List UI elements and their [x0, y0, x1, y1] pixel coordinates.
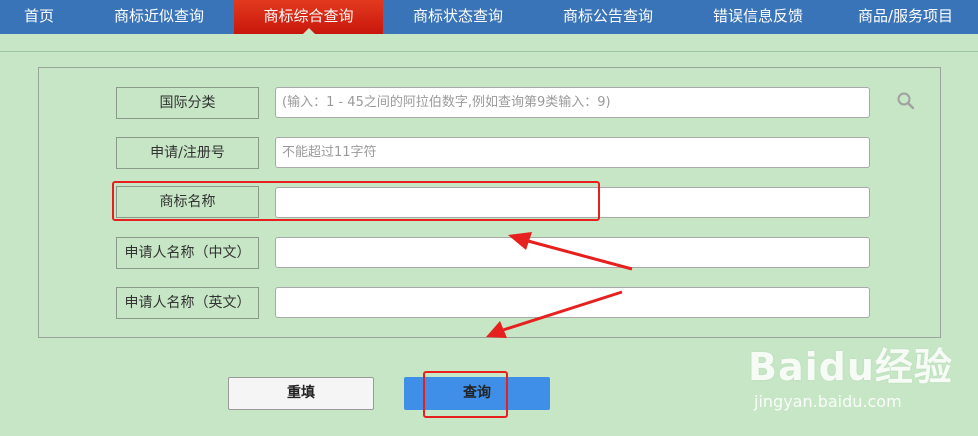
- watermark-logo: Baidu经验: [748, 345, 953, 389]
- intl-class-input[interactable]: [275, 87, 870, 118]
- nav-item-home[interactable]: 首页: [0, 0, 78, 34]
- label-app-reg-number: 申请/注册号: [116, 137, 259, 169]
- nav-item-similar-search[interactable]: 商标近似查询: [84, 0, 234, 34]
- top-nav: 首页 商标近似查询 商标综合查询 商标状态查询 商标公告查询 错误信息反馈 商品…: [0, 0, 978, 34]
- label-applicant-name-en: 申请人名称（英文）: [116, 287, 259, 319]
- active-tab-caret: [302, 28, 315, 34]
- annotation-highlight-query-button: [423, 371, 508, 418]
- nav-item-goods-services[interactable]: 商品/服务项目: [833, 0, 978, 34]
- reset-button[interactable]: 重填: [228, 377, 374, 410]
- app-reg-number-input[interactable]: [275, 137, 870, 168]
- nav-item-comprehensive-search[interactable]: 商标综合查询: [234, 0, 383, 34]
- applicant-name-en-input[interactable]: [275, 287, 870, 318]
- applicant-name-cn-input[interactable]: [275, 237, 870, 268]
- nav-item-error-feedback[interactable]: 错误信息反馈: [683, 0, 833, 34]
- label-applicant-name-cn: 申请人名称（中文）: [116, 237, 259, 269]
- label-intl-class: 国际分类: [116, 87, 259, 119]
- baidu-jingyan-watermark: Baidu经验 jingyan.baidu.com: [748, 330, 978, 436]
- nav-item-announcement-search[interactable]: 商标公告查询: [533, 0, 683, 34]
- divider: [0, 51, 978, 52]
- search-icon[interactable]: [896, 91, 916, 111]
- annotation-highlight-trademark-name: [112, 181, 600, 221]
- watermark-url: jingyan.baidu.com: [754, 392, 902, 411]
- nav-item-status-search[interactable]: 商标状态查询: [383, 0, 533, 34]
